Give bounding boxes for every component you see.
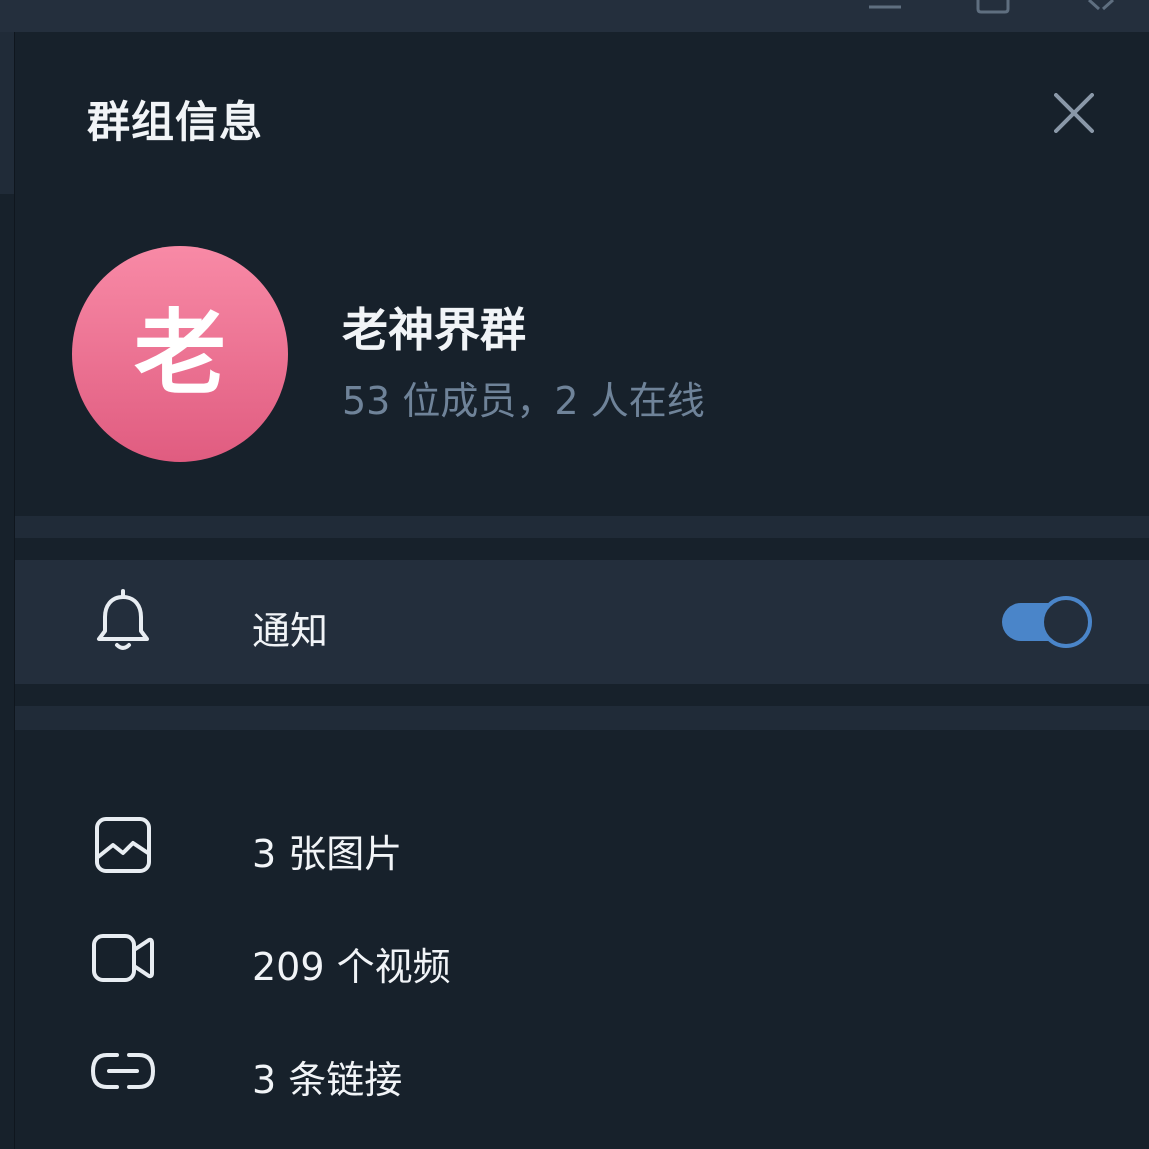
- maximize-button[interactable]: [963, 0, 1023, 14]
- image-icon: [87, 809, 159, 881]
- minimize-icon: [869, 5, 901, 9]
- close-icon: [1087, 0, 1115, 11]
- avatar-letter: 老: [133, 300, 226, 407]
- group-name: 老神界群: [342, 303, 526, 357]
- bell-icon: [87, 586, 159, 658]
- panel-header: 群组信息: [15, 32, 1149, 192]
- media-row-label: 3 条链接: [252, 1058, 403, 1102]
- media-row-label: 3 张图片: [252, 832, 403, 876]
- background-window-edge: [0, 32, 15, 1149]
- section-divider: [15, 706, 1149, 730]
- media-row-photos[interactable]: 3 张图片: [15, 789, 1149, 902]
- group-status: 53 位成员，2 人在线: [342, 379, 705, 423]
- media-row-links[interactable]: 3 条链接: [15, 1015, 1149, 1128]
- window-close-button[interactable]: [1071, 0, 1131, 14]
- page-title: 群组信息: [87, 98, 263, 148]
- notifications-label: 通知: [252, 609, 329, 653]
- close-icon: [1054, 93, 1094, 133]
- close-button[interactable]: [1045, 84, 1103, 142]
- section-divider: [15, 538, 1149, 560]
- notifications-toggle[interactable]: [1002, 596, 1092, 648]
- group-profile: 老 老神界群 53 位成员，2 人在线: [15, 222, 1149, 516]
- maximize-icon: [976, 0, 1010, 14]
- app-window: 群组信息 老 老神界群 53 位成员，2 人在线 通知 3 张图片 209 个视…: [0, 0, 1149, 1149]
- avatar[interactable]: 老: [72, 246, 288, 462]
- window-titlebar: [0, 0, 1149, 32]
- minimize-button[interactable]: [855, 0, 915, 14]
- section-divider: [15, 516, 1149, 538]
- media-row-videos[interactable]: 209 个视频: [15, 902, 1149, 1015]
- section-divider: [15, 684, 1149, 706]
- group-info-panel: 群组信息 老 老神界群 53 位成员，2 人在线 通知 3 张图片 209 个视…: [15, 32, 1149, 1149]
- media-row-label: 209 个视频: [252, 945, 451, 989]
- shared-media-list: 3 张图片 209 个视频 3 条链接: [15, 730, 1149, 1149]
- video-icon: [87, 922, 159, 994]
- link-icon: [87, 1035, 159, 1107]
- notifications-row[interactable]: 通知: [15, 560, 1149, 684]
